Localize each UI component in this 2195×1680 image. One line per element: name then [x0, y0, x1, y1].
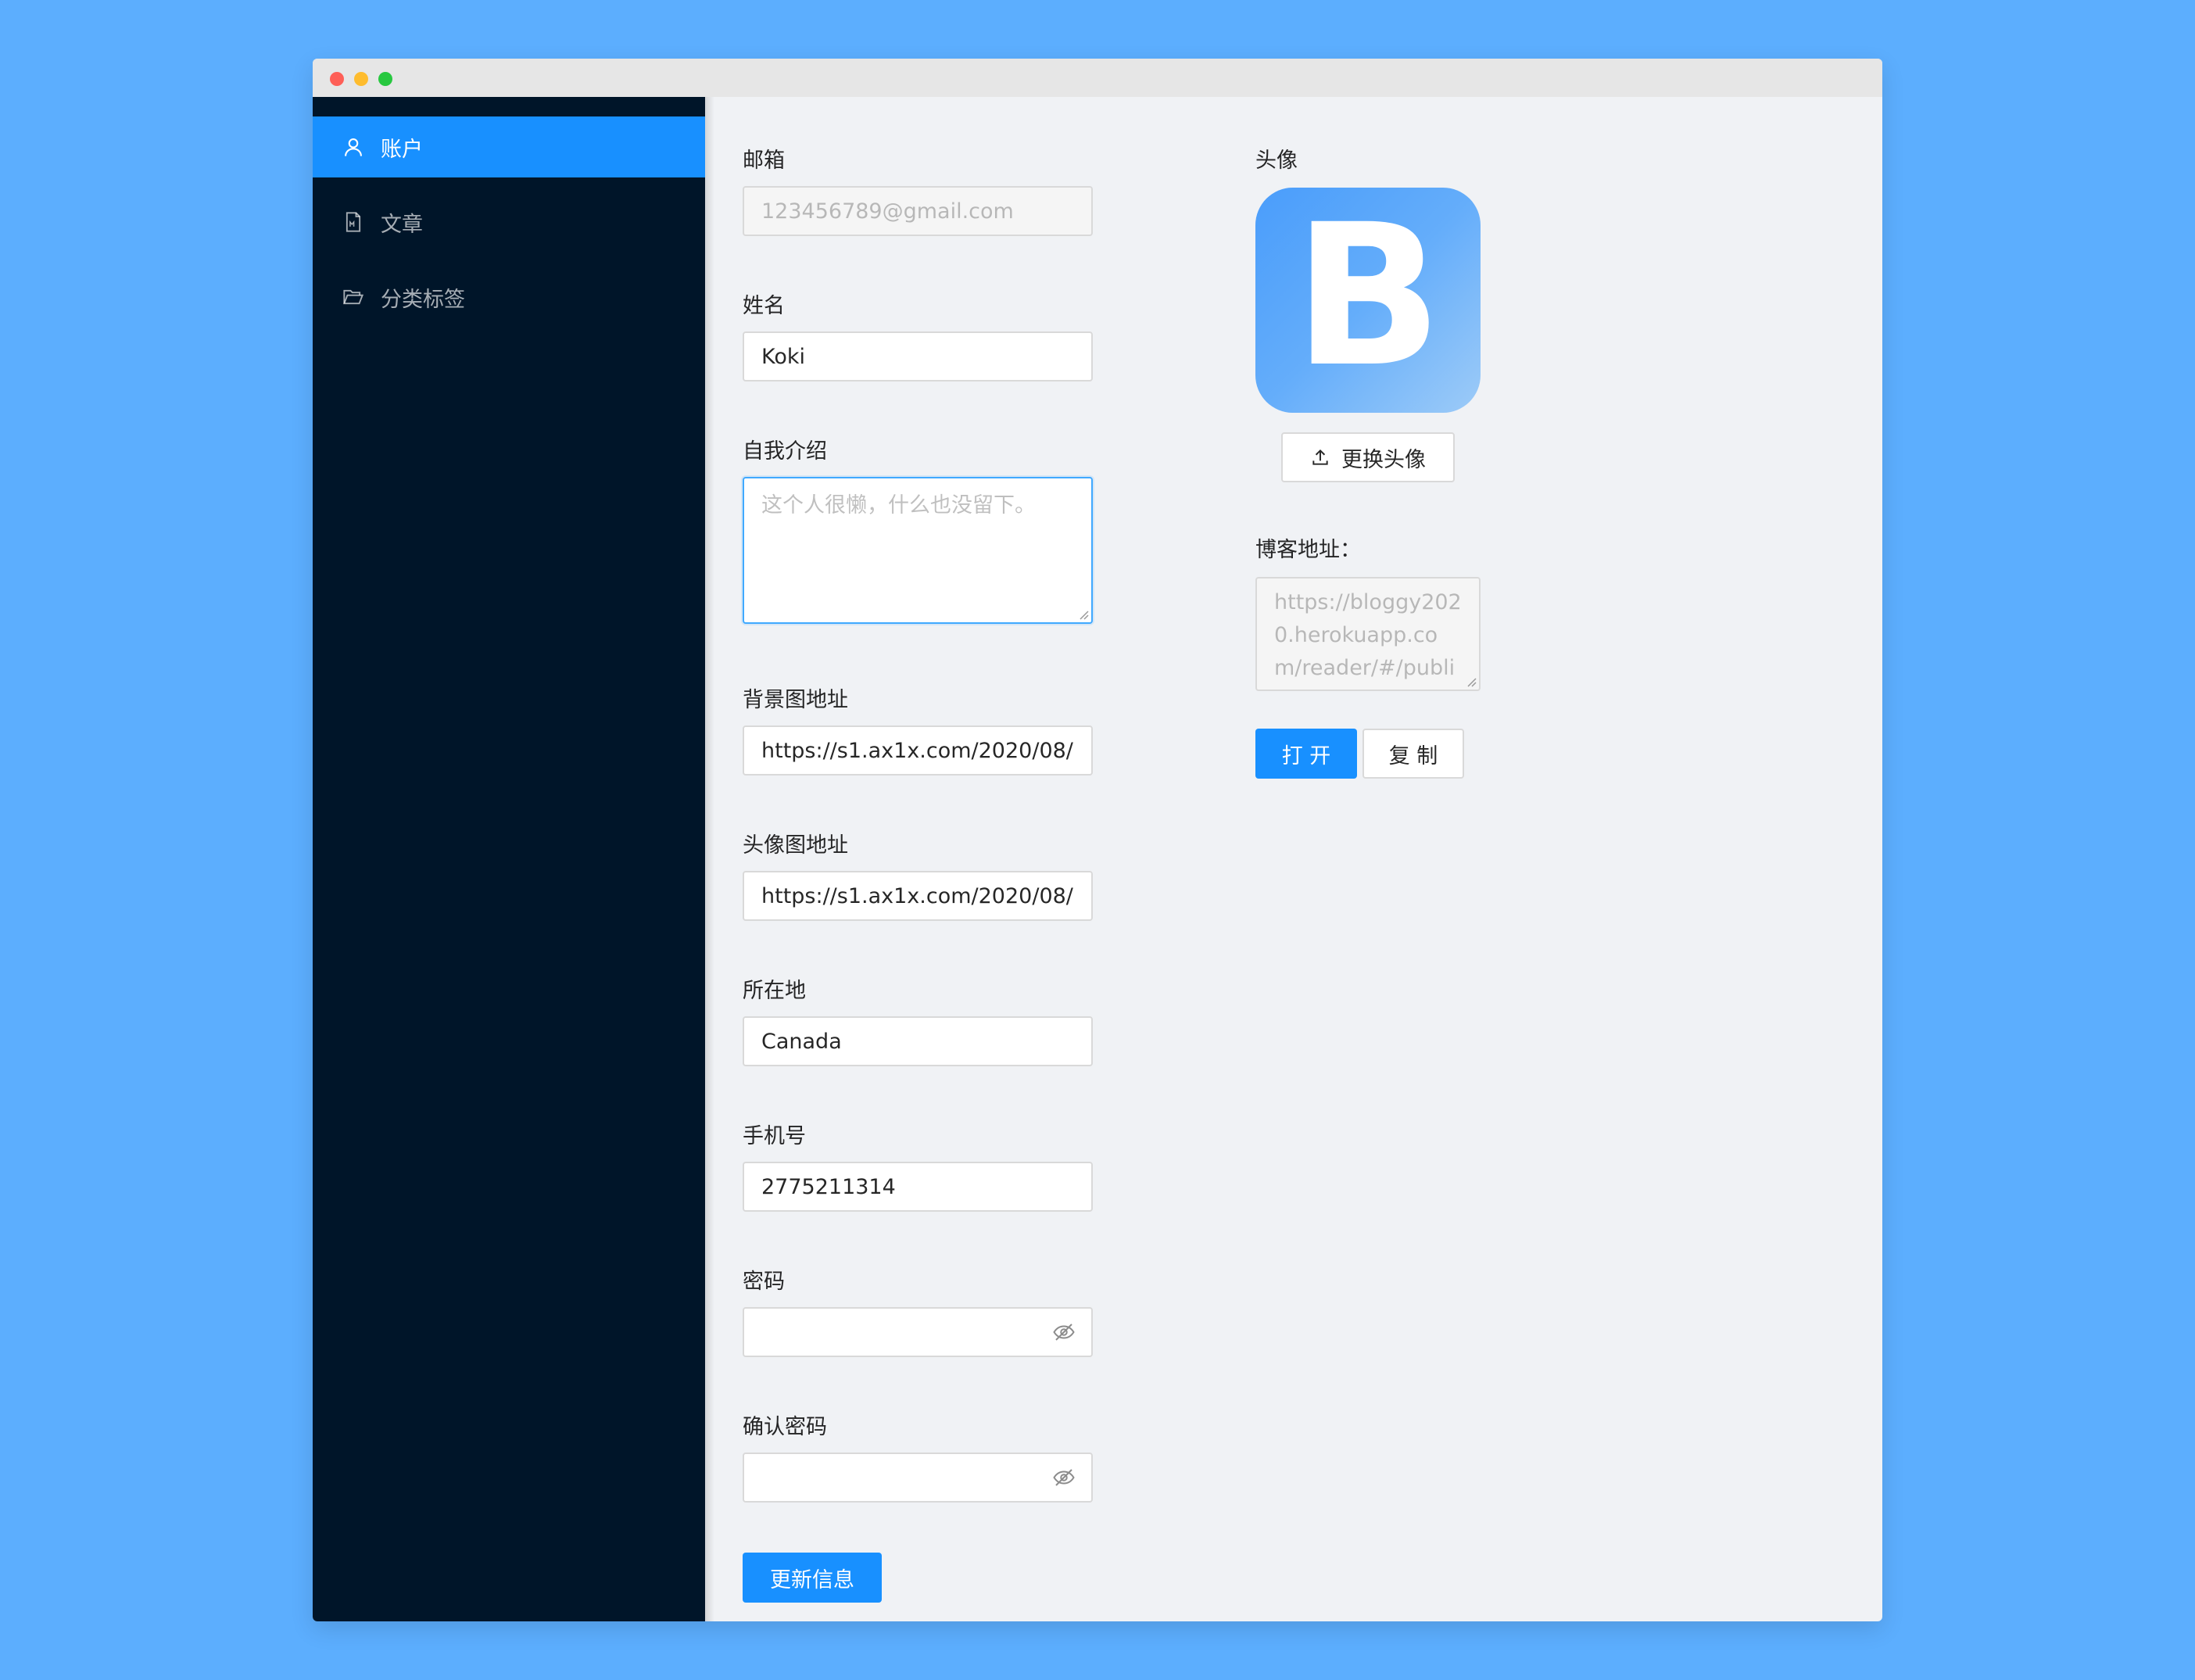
background-url-field[interactable]: https://s1.ax1x.com/2020/08/0	[743, 725, 1093, 776]
maximize-window-button[interactable]	[378, 72, 392, 86]
email-placeholder: 123456789@gmail.com	[761, 199, 1014, 224]
background-url-label: 背景图地址	[743, 688, 848, 712]
eye-invisible-icon[interactable]	[1052, 1320, 1076, 1344]
window-titlebar	[313, 59, 1882, 97]
content-edge-shadow	[705, 97, 714, 1621]
avatar-url-value: https://s1.ax1x.com/2020/08/0	[761, 883, 1074, 908]
avatar-url-field[interactable]: https://s1.ax1x.com/2020/08/0	[743, 871, 1093, 921]
location-field[interactable]: Canada	[743, 1016, 1093, 1066]
folder-open-icon	[342, 285, 365, 309]
background-url-value: https://s1.ax1x.com/2020/08/0	[761, 738, 1074, 763]
update-info-button[interactable]: 更新信息	[743, 1553, 882, 1603]
location-value: Canada	[761, 1029, 842, 1054]
change-avatar-label: 更换头像	[1341, 447, 1426, 472]
user-icon	[342, 135, 365, 159]
sidebar-item-label: 分类标签	[381, 287, 465, 312]
name-label: 姓名	[743, 294, 785, 318]
resize-grip-icon[interactable]	[1078, 609, 1089, 620]
avatar-url-label: 头像图地址	[743, 833, 848, 858]
intro-label: 自我介绍	[743, 439, 827, 464]
sidebar-item-account[interactable]: 账户	[313, 116, 705, 177]
password-field[interactable]	[743, 1307, 1093, 1357]
sidebar-item-label: 账户	[381, 137, 423, 162]
sidebar-item-categories[interactable]: 分类标签	[313, 267, 705, 328]
blog-url-field[interactable]: https://bloggy2020.herokuapp.com/reader/…	[1255, 577, 1481, 691]
confirm-password-label: 确认密码	[743, 1415, 827, 1439]
blog-url-value: https://bloggy2020.herokuapp.com/reader/…	[1274, 590, 1462, 690]
confirm-password-field[interactable]	[743, 1453, 1093, 1503]
phone-label: 手机号	[743, 1124, 806, 1148]
app-window: 账户 文章 分类标签 邮箱 123456789@gmail.com 姓名 Kok…	[313, 59, 1882, 1621]
resize-grip-icon[interactable]	[1466, 676, 1477, 687]
markdown-file-icon	[342, 210, 365, 234]
avatar-label: 头像	[1255, 149, 1298, 173]
sidebar: 账户 文章 分类标签	[313, 97, 705, 1621]
name-value: Koki	[761, 344, 806, 369]
phone-field[interactable]: 2775211314	[743, 1162, 1093, 1212]
intro-placeholder: 这个人很懒，什么也没留下。	[761, 493, 1036, 518]
location-label: 所在地	[743, 979, 806, 1003]
minimize-window-button[interactable]	[354, 72, 368, 86]
eye-invisible-icon[interactable]	[1052, 1466, 1076, 1489]
email-field: 123456789@gmail.com	[743, 186, 1093, 236]
blog-url-label: 博客地址：	[1255, 538, 1361, 562]
upload-icon	[1312, 449, 1328, 465]
avatar: B	[1255, 188, 1481, 413]
name-field[interactable]: Koki	[743, 331, 1093, 381]
change-avatar-button[interactable]: 更换头像	[1281, 432, 1455, 482]
intro-textarea[interactable]: 这个人很懒，什么也没留下。	[743, 477, 1093, 624]
copy-blog-url-button[interactable]: 复 制	[1362, 729, 1464, 779]
open-blog-button[interactable]: 打 开	[1255, 729, 1357, 779]
email-label: 邮箱	[743, 149, 785, 173]
phone-value: 2775211314	[761, 1174, 896, 1199]
password-label: 密码	[743, 1270, 785, 1294]
sidebar-item-label: 文章	[381, 212, 423, 237]
avatar-letter: B	[1293, 188, 1443, 410]
sidebar-item-articles[interactable]: 文章	[313, 192, 705, 253]
close-window-button[interactable]	[330, 72, 344, 86]
